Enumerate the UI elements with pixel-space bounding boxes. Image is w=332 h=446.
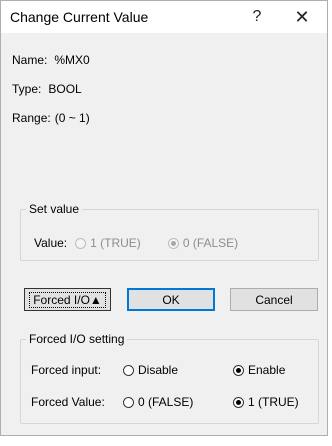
- value-false-label: 0 (FALSE): [182, 236, 239, 250]
- forced-value-row: Forced Value: 0 (FALSE) 1 (TRUE): [31, 395, 299, 409]
- help-icon[interactable]: ?: [237, 1, 277, 33]
- close-icon[interactable]: ✕: [282, 1, 322, 33]
- value-true-radio[interactable]: [75, 237, 87, 249]
- ok-button-label: OK: [162, 292, 180, 307]
- forced-io-toggle-button[interactable]: Forced I/O▲: [24, 288, 111, 311]
- name-label: Name:: [12, 53, 48, 67]
- forced-io-button-label: Forced I/O▲: [29, 291, 106, 308]
- name-info: Name: %MX0: [12, 53, 90, 67]
- range-label: Range:: [12, 111, 51, 125]
- forced-input-enable-label: Enable: [248, 363, 286, 377]
- forced-value-true-label: 1 (TRUE): [248, 395, 299, 409]
- cancel-button-label: Cancel: [255, 292, 293, 307]
- dialog-title: Change Current Value: [10, 9, 149, 25]
- set-value-row: Value: 1 (TRUE) 0 (FALSE): [34, 236, 238, 250]
- set-value-group: Set value: [20, 202, 319, 261]
- forced-io-setting-group: Forced I/O setting: [20, 332, 319, 424]
- cancel-button[interactable]: Cancel: [230, 288, 318, 311]
- value-label: Value:: [34, 236, 68, 250]
- forced-value-false-label: 0 (FALSE): [138, 395, 194, 409]
- forced-input-enable-radio[interactable]: [233, 364, 244, 376]
- ok-button[interactable]: OK: [127, 288, 215, 311]
- set-value-legend: Set value: [29, 202, 80, 216]
- forced-value-false-radio[interactable]: [123, 396, 134, 408]
- type-value: BOOL: [48, 82, 82, 96]
- value-true-label: 1 (TRUE): [90, 236, 141, 250]
- forced-input-label: Forced input:: [31, 363, 102, 377]
- forced-input-row: Forced input: Disable Enable: [31, 363, 285, 377]
- change-current-value-dialog: Change Current Value ? ✕ Name: %MX0 Type:…: [0, 0, 328, 436]
- type-info: Type: BOOL: [12, 82, 82, 96]
- forced-value-label: Forced Value:: [31, 395, 105, 409]
- name-value: %MX0: [54, 53, 90, 67]
- range-value: (0 ~ 1): [54, 111, 90, 125]
- title-bar: Change Current Value ? ✕: [1, 1, 327, 33]
- type-label: Type:: [12, 82, 42, 96]
- forced-io-setting-legend: Forced I/O setting: [29, 332, 125, 346]
- forced-value-true-radio[interactable]: [233, 396, 244, 408]
- forced-input-disable-radio[interactable]: [123, 364, 134, 376]
- range-info: Range: (0 ~ 1): [12, 111, 90, 125]
- value-false-radio[interactable]: [167, 237, 179, 249]
- forced-input-disable-label: Disable: [138, 363, 179, 377]
